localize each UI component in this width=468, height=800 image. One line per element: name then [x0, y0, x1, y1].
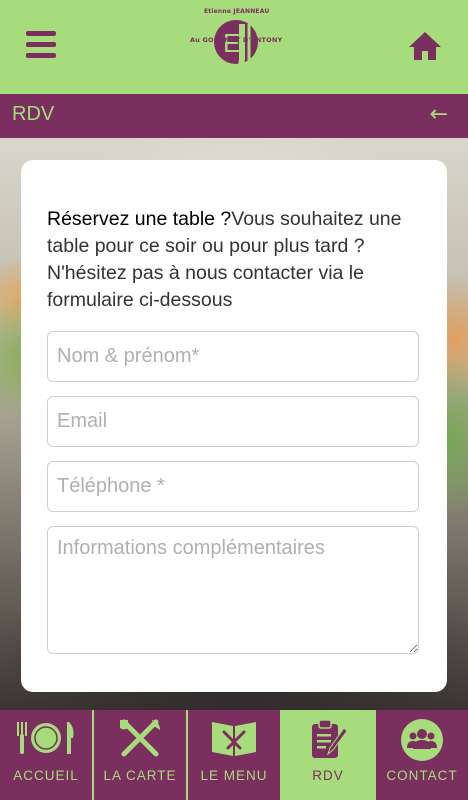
- hamburger-icon[interactable]: [26, 31, 56, 59]
- logo: E Etienne JEANNEAU Au GOURMET D'ANTONY: [190, 8, 282, 86]
- bottom-nav: ACCUEIL LA CARTE LE MENU RDV CONTACT: [0, 710, 468, 800]
- nav-la-carte[interactable]: LA CARTE: [94, 710, 188, 800]
- utensils-icon: [120, 719, 160, 757]
- nav-contact[interactable]: CONTACT: [376, 710, 468, 800]
- reservation-card: Réservez une table ?Vous souhaitez une t…: [21, 160, 447, 692]
- logo-subtitle: Au GOURMET D'ANTONY: [190, 36, 283, 44]
- logo-name: Etienne JEANNEAU: [204, 8, 270, 15]
- nav-rdv[interactable]: RDV: [282, 710, 376, 800]
- title-bar: RDV ←: [0, 94, 468, 138]
- menu-book-icon: [212, 722, 256, 756]
- nav-label-accueil: ACCUEIL: [13, 768, 79, 783]
- nav-le-menu[interactable]: LE MENU: [188, 710, 282, 800]
- plate-icon: [17, 722, 74, 754]
- intro-lead: Réservez une table ?: [47, 208, 232, 230]
- back-arrow-icon[interactable]: ←: [430, 102, 448, 127]
- logo-icon: E: [214, 20, 258, 82]
- intro-text: Réservez une table ?Vous souhaitez une t…: [47, 206, 427, 314]
- nav-accueil[interactable]: ACCUEIL: [0, 710, 94, 800]
- page-title: RDV: [12, 103, 55, 125]
- group-icon: [401, 719, 443, 761]
- home-icon[interactable]: [408, 30, 442, 62]
- info-textarea[interactable]: [47, 526, 419, 654]
- nav-label-la-carte: LA CARTE: [103, 768, 177, 783]
- name-field[interactable]: [47, 331, 419, 382]
- clipboard-icon: [312, 719, 348, 758]
- app-header: E Etienne JEANNEAU Au GOURMET D'ANTONY: [0, 0, 468, 94]
- nav-label-contact: CONTACT: [386, 768, 458, 783]
- phone-field[interactable]: [47, 461, 419, 512]
- nav-label-rdv: RDV: [312, 768, 344, 783]
- email-field[interactable]: [47, 396, 419, 447]
- nav-label-le-menu: LE MENU: [200, 768, 268, 783]
